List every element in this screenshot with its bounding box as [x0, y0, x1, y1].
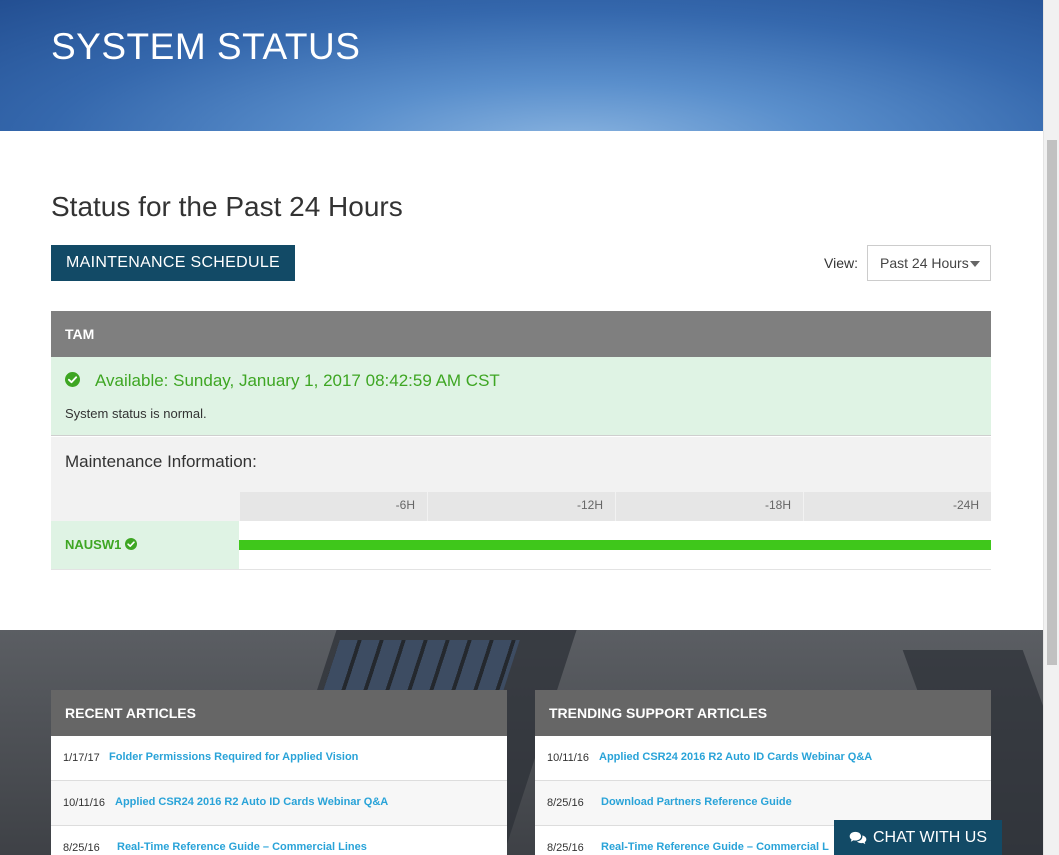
list-item: 1/17/17 Folder Permissions Required for …	[51, 736, 507, 781]
service-name-cell: NAUSW1	[51, 521, 239, 569]
timeline-header: -6H -12H -18H -24H	[51, 492, 991, 521]
article-date: 10/11/16	[547, 752, 590, 764]
article-date: 8/25/16	[547, 842, 584, 854]
chat-bubble-icon	[849, 831, 867, 844]
timeline-tick: -12H	[428, 492, 615, 521]
maintenance-schedule-button[interactable]: MAINTENANCE SCHEDULE	[51, 245, 295, 281]
panel-title: TAM	[65, 326, 95, 342]
article-link[interactable]: Download Partners Reference Guide	[601, 796, 792, 808]
panel-header: TAM	[51, 311, 991, 357]
scrollbar-thumb[interactable]	[1047, 140, 1057, 665]
chevron-down-icon	[970, 261, 980, 267]
view-select-value: Past 24 Hours	[880, 255, 969, 271]
list-item: 10/11/16 Applied CSR24 2016 R2 Auto ID C…	[535, 736, 991, 781]
chat-label: CHAT WITH US	[872, 828, 988, 846]
chat-with-us-button[interactable]: CHAT WITH US	[834, 820, 1002, 855]
maintenance-label: Maintenance Information:	[65, 452, 257, 471]
availability-text: Available: Sunday, January 1, 2017 08:42…	[95, 371, 500, 390]
view-label: View:	[824, 255, 858, 271]
service-row: NAUSW1	[51, 521, 991, 570]
page-title: SYSTEM STATUS	[51, 26, 361, 67]
status-message: System status is normal.	[65, 406, 207, 421]
availability-box: Available: Sunday, January 1, 2017 08:42…	[51, 357, 991, 436]
article-link[interactable]: Real-Time Reference Guide – Commercial L…	[117, 841, 367, 853]
trending-articles-title: TRENDING SUPPORT ARTICLES	[549, 705, 768, 721]
timeline-tick: -6H	[240, 492, 427, 521]
uptime-bar	[239, 540, 991, 550]
hero-banner: SYSTEM STATUS	[0, 0, 1043, 131]
article-link[interactable]: Real-Time Reference Guide – Commercial L	[601, 841, 831, 853]
list-item: 8/25/16 Real-Time Reference Guide – Comm…	[51, 826, 507, 855]
article-date: 10/11/16	[63, 797, 106, 809]
page-scrollbar[interactable]	[1043, 0, 1059, 855]
article-link[interactable]: Folder Permissions Required for Applied …	[109, 751, 358, 763]
check-circle-icon	[125, 538, 137, 550]
check-circle-icon	[65, 372, 80, 387]
list-item: 10/11/16 Applied CSR24 2016 R2 Auto ID C…	[51, 781, 507, 826]
trending-articles-header: TRENDING SUPPORT ARTICLES	[535, 690, 991, 736]
article-link[interactable]: Applied CSR24 2016 R2 Auto ID Cards Webi…	[115, 796, 388, 808]
service-name: NAUSW1	[65, 537, 122, 552]
maintenance-info: Maintenance Information:	[51, 437, 991, 492]
article-date: 8/25/16	[547, 797, 584, 809]
article-link[interactable]: Applied CSR24 2016 R2 Auto ID Cards Webi…	[599, 751, 872, 763]
timeline-tick: -18H	[616, 492, 803, 521]
timeline-tick: -24H	[804, 492, 991, 521]
article-date: 8/25/16	[63, 842, 100, 854]
recent-articles-header: RECENT ARTICLES	[51, 690, 507, 736]
status-heading: Status for the Past 24 Hours	[51, 191, 403, 222]
view-select[interactable]: Past 24 Hours	[867, 245, 991, 281]
article-date: 1/17/17	[63, 752, 100, 764]
recent-articles-title: RECENT ARTICLES	[65, 705, 196, 721]
recent-articles-panel: RECENT ARTICLES 1/17/17 Folder Permissio…	[51, 690, 507, 855]
